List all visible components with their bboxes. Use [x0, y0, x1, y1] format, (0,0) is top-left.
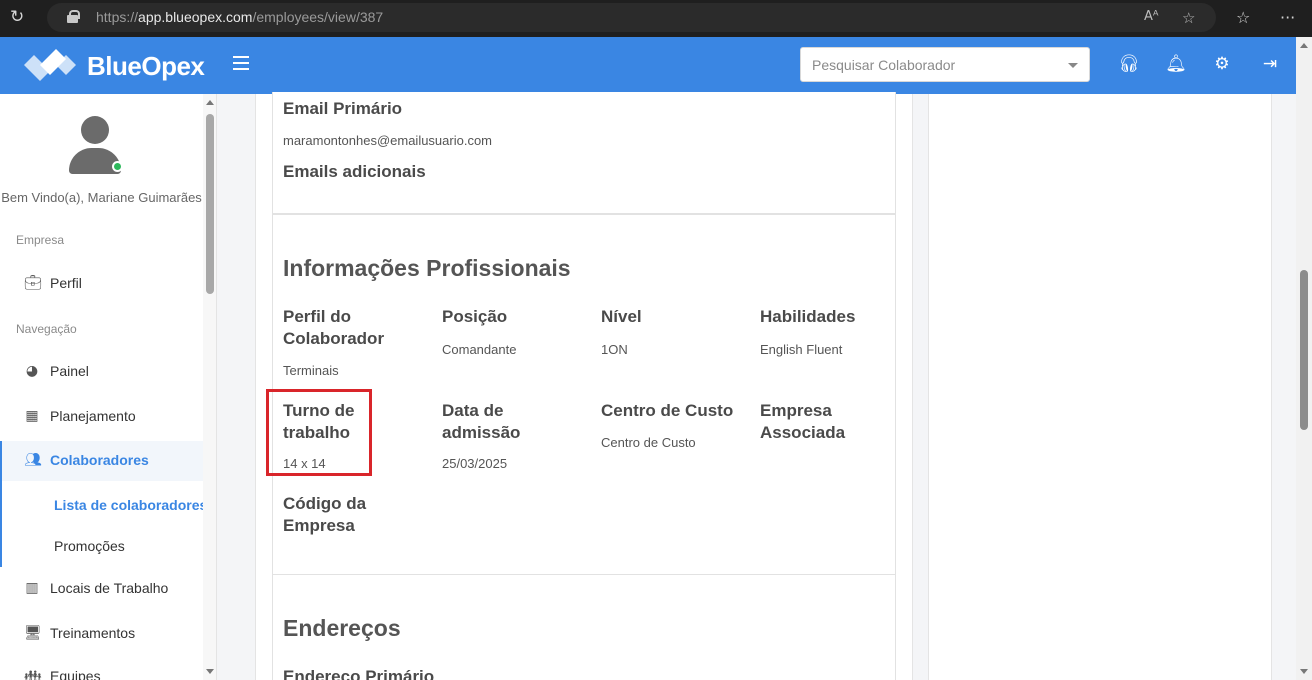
field-label-perfil-colaborador: Perfil do Colaborador — [283, 307, 385, 348]
sidebar-item-label: Planejamento — [50, 408, 136, 424]
employee-details-card: Email Primário maramontonhes@emailusuari… — [255, 92, 913, 680]
blueopex-logo-icon — [24, 49, 76, 81]
sidebar-item-colaboradores[interactable]: 👥︎ Colaboradores — [0, 441, 203, 481]
sidebar-item-label: Locais de Trabalho — [50, 580, 169, 596]
emails-additional-label: Emails adicionais — [283, 162, 426, 181]
favorite-star-icon[interactable]: ☆ — [1182, 9, 1195, 27]
sidebar-item-equipes[interactable]: 👪︎ Equipes — [0, 657, 203, 680]
chevron-down-icon[interactable] — [1068, 63, 1078, 68]
sidebar-item-label: Colaboradores — [50, 452, 149, 468]
scroll-up-icon[interactable] — [206, 100, 214, 105]
sidebar: Bem Vindo(a), Mariane Guimarães Empresa … — [0, 94, 217, 680]
url-host: app.blueopex.com — [138, 9, 253, 25]
scroll-down-icon[interactable] — [206, 669, 214, 674]
page-scrollbar[interactable] — [1296, 37, 1312, 680]
hamburger-menu-icon[interactable] — [233, 56, 249, 70]
field-label-posicao: Posição — [442, 307, 508, 326]
field-label-nivel: Nível — [601, 307, 642, 326]
calendar-icon: ▦ — [25, 408, 39, 424]
highlight-box — [266, 389, 372, 476]
read-aloud-icon[interactable]: Aᴬ — [1144, 9, 1159, 24]
field-value-posicao: Comandante — [442, 342, 517, 357]
address-bar[interactable]: https://app.blueopex.com/employees/view/… — [47, 3, 1216, 32]
page-scroll-thumb[interactable] — [1300, 270, 1308, 430]
sidebar-subitem-lista-colaboradores[interactable]: Lista de colaboradores — [54, 497, 207, 513]
field-value-nivel: 1ON — [601, 342, 628, 357]
online-status-icon — [112, 161, 123, 172]
sidebar-item-locais-trabalho[interactable]: ▥ Locais de Trabalho — [0, 569, 203, 609]
headset-icon[interactable]: 🎧︎ — [1118, 53, 1140, 75]
briefcase-icon: 💼︎ — [24, 275, 42, 291]
sidebar-scrollbar[interactable] — [203, 94, 216, 680]
url-text[interactable]: https://app.blueopex.com/employees/view/… — [96, 9, 383, 25]
app-header: BlueOpex Pesquisar Colaborador 🎧︎ 🔔︎ ⚙ ⇥ — [0, 37, 1296, 94]
field-label-data-admissao: Data de admissão — [442, 401, 521, 442]
sidebar-item-planejamento[interactable]: ▦ Planejamento — [0, 397, 203, 437]
section-title-addresses: Endereços — [283, 615, 401, 641]
favorites-icon[interactable]: ☆ — [1236, 8, 1250, 27]
gear-icon[interactable]: ⚙ — [1211, 53, 1233, 75]
team-icon: 👪︎ — [24, 668, 42, 680]
sidebar-item-label: Equipes — [50, 668, 101, 680]
section-title-professional: Informações Profissionais — [283, 255, 571, 281]
section-label-navegacao: Navegação — [16, 322, 77, 336]
reload-icon[interactable]: ↻ — [10, 8, 28, 26]
url-path: /employees/view/387 — [252, 9, 384, 25]
contact-panel: Email Primário maramontonhes@emailusuari… — [272, 92, 896, 214]
sidebar-item-treinamentos[interactable]: 🖥︎ Treinamentos — [0, 614, 203, 654]
sidebar-subitem-promocoes[interactable]: Promoções — [54, 538, 125, 554]
url-prefix: https:// — [96, 9, 139, 25]
bell-icon[interactable]: 🔔︎ — [1165, 53, 1187, 75]
sidebar-scroll-thumb[interactable] — [206, 114, 214, 294]
logout-icon[interactable]: ⇥ — [1259, 53, 1281, 75]
more-menu-icon[interactable]: ··· — [1280, 8, 1295, 27]
lock-icon[interactable] — [67, 10, 80, 23]
sidebar-item-perfil[interactable]: 💼︎ Perfil — [0, 264, 203, 304]
address-primary-label: Endereço Primário — [283, 667, 435, 680]
sidebar-item-label: Painel — [50, 363, 89, 379]
section-label-empresa: Empresa — [16, 233, 65, 247]
building-icon: ▥ — [25, 580, 39, 596]
avatar — [69, 116, 123, 174]
dashboard-icon: ◕ — [25, 363, 39, 379]
right-side-panel — [928, 94, 1272, 680]
field-label-codigo-empresa: Código da Empresa — [283, 494, 367, 535]
users-icon: 👥︎ — [24, 452, 42, 468]
browser-toolbar: ↻ https://app.blueopex.com/employees/vie… — [0, 0, 1312, 37]
field-value-centro-custo: Centro de Custo — [601, 435, 696, 450]
email-primary-label: Email Primário — [283, 99, 403, 118]
sidebar-item-label: Perfil — [50, 275, 82, 291]
field-value-habilidades: English Fluent — [760, 342, 843, 357]
training-icon: 🖥︎ — [24, 625, 42, 641]
sidebar-item-label: Treinamentos — [50, 625, 136, 641]
field-label-empresa-associada: Empresa Associada — [760, 401, 846, 442]
field-label-habilidades: Habilidades — [760, 307, 856, 326]
employee-search-select[interactable]: Pesquisar Colaborador — [800, 47, 1090, 82]
field-label-centro-custo: Centro de Custo — [601, 401, 734, 420]
field-value-perfil-colaborador: Terminais — [283, 363, 339, 378]
field-value-data-admissao: 25/03/2025 — [442, 456, 508, 471]
addresses-panel: Endereços Endereço Primário — [272, 574, 896, 680]
email-primary-value: maramontonhes@emailusuario.com — [283, 133, 493, 148]
sidebar-item-painel[interactable]: ◕ Painel — [0, 352, 203, 392]
welcome-text: Bem Vindo(a), Mariane Guimarães — [1, 190, 202, 205]
search-placeholder: Pesquisar Colaborador — [812, 57, 956, 73]
scroll-down-icon[interactable] — [1300, 669, 1308, 674]
brand-name: BlueOpex — [87, 51, 205, 81]
scroll-up-icon[interactable] — [1300, 43, 1308, 48]
